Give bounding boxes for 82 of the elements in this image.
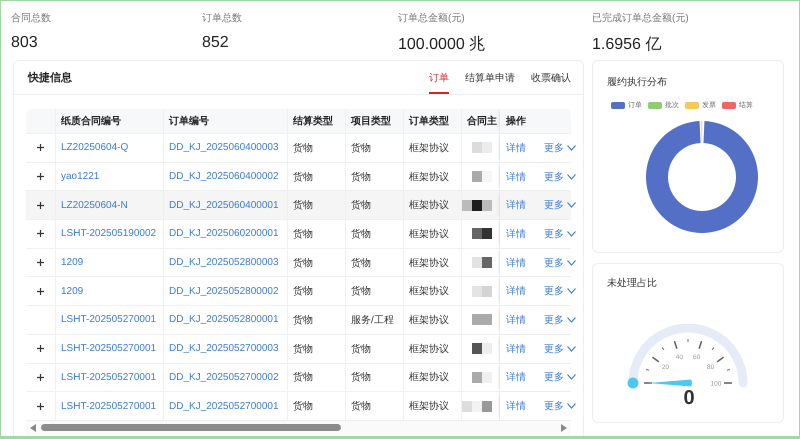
details-link[interactable]: 详情 <box>506 312 526 327</box>
contract-number-link[interactable]: LSHT-202505270001 <box>61 343 156 354</box>
column-header: 结算类型 <box>293 114 333 128</box>
stat-label: 订单总数 <box>202 12 242 25</box>
details-link[interactable]: 详情 <box>506 342 526 356</box>
table-cell-text: 框架协议 <box>409 342 449 356</box>
table-cell-text: 服务/工程 <box>351 314 394 327</box>
table-cell-text: 货物 <box>293 285 313 298</box>
order-number-link[interactable]: DD_KJ_2025060400001 <box>169 200 279 211</box>
stat-label: 合同总数 <box>11 12 51 25</box>
order-number-link[interactable]: DD_KJ_2025052700003 <box>169 343 279 354</box>
table-cell-text: 货物 <box>293 256 313 270</box>
column-header: 合同主 <box>467 114 497 128</box>
stat-value: 852 <box>202 34 229 52</box>
contract-number-link[interactable]: LZ20250604-Q <box>61 142 128 154</box>
stat-label: 订单总金额(元) <box>398 12 465 25</box>
order-number-link[interactable]: DD_KJ_2025060400002 <box>169 171 279 182</box>
details-link[interactable]: 详情 <box>506 226 526 241</box>
details-link[interactable]: 详情 <box>506 256 526 270</box>
table-cell-text: 框架协议 <box>409 400 449 414</box>
table-cell-text: 框架协议 <box>409 170 449 184</box>
column-header: 订单编号 <box>169 114 209 128</box>
table-cell-text: 货物 <box>293 371 313 384</box>
card-title: 履约执行分布 <box>607 76 667 89</box>
table-cell-text: 货物 <box>351 371 371 384</box>
order-number-link[interactable]: DD_KJ_2025052800001 <box>169 314 279 326</box>
table-cell-text: 货物 <box>293 314 313 327</box>
gauge-value: 0 <box>683 387 695 410</box>
table-cell-text: 框架协议 <box>409 256 449 270</box>
order-number-link[interactable]: DD_KJ_2025052800003 <box>169 257 279 268</box>
order-number-link[interactable]: DD_KJ_2025052800002 <box>169 286 279 297</box>
order-number-link[interactable]: DD_KJ_2025052700001 <box>169 400 279 412</box>
table-cell-text: 货物 <box>351 285 371 298</box>
column-header: 订单类型 <box>409 114 449 128</box>
details-link[interactable]: 详情 <box>506 399 526 414</box>
contract-number-link[interactable]: LSHT-202505190002 <box>61 228 156 240</box>
details-link[interactable]: 详情 <box>506 284 526 298</box>
contract-number-link[interactable]: LSHT-202505270001 <box>61 314 156 326</box>
details-link[interactable]: 详情 <box>506 170 526 184</box>
table-cell-text: 货物 <box>351 342 371 356</box>
stat-value: 1.6956 亿 <box>592 35 662 55</box>
table-cell-text: 货物 <box>351 170 371 184</box>
contract-number-link[interactable]: LSHT-202505270001 <box>61 372 156 383</box>
table-cell-text: 框架协议 <box>409 314 449 327</box>
contract-number-link[interactable]: 1209 <box>61 257 84 268</box>
table-cell-text: 货物 <box>293 170 313 184</box>
table-cell-text: 货物 <box>351 228 371 241</box>
stat-label: 已完成订单总金额(元) <box>592 12 689 25</box>
card-title: 未处理占比 <box>607 276 657 290</box>
table-cell-text: 框架协议 <box>409 370 449 384</box>
contract-number-link[interactable]: LSHT-202505270001 <box>61 400 156 412</box>
stat-value: 100.0000 兆 <box>398 34 486 55</box>
table-cell-text: 货物 <box>351 256 371 270</box>
stat-value: 803 <box>11 34 38 52</box>
table-cell-text: 货物 <box>293 400 313 414</box>
table-cell-text: 货物 <box>293 199 313 212</box>
table-cell-text: 货物 <box>293 142 313 155</box>
contract-number-link[interactable]: yao1221 <box>61 171 100 182</box>
tab[interactable]: 订单 <box>429 61 449 94</box>
table-cell-text: 货物 <box>351 400 371 414</box>
table-cell-text: 框架协议 <box>409 228 449 241</box>
details-link[interactable]: 详情 <box>506 198 526 212</box>
contract-number-link[interactable]: LZ20250604-N <box>61 200 128 211</box>
table-cell-text: 货物 <box>293 228 313 241</box>
column-header: 项目类型 <box>351 114 391 128</box>
tab[interactable]: 收票确认 <box>531 61 571 94</box>
table-cell-text: 框架协议 <box>409 142 449 155</box>
table-cell-text: 货物 <box>351 142 371 155</box>
details-link[interactable]: 详情 <box>506 140 526 155</box>
order-number-link[interactable]: DD_KJ_2025060200001 <box>169 228 279 240</box>
contract-number-link[interactable]: 1209 <box>61 286 84 297</box>
table-cell-text: 框架协议 <box>409 198 449 212</box>
order-number-link[interactable]: DD_KJ_2025052700002 <box>169 372 279 383</box>
column-header: 纸质合同编号 <box>61 114 121 128</box>
order-number-link[interactable]: DD_KJ_2025060400003 <box>169 142 279 154</box>
table-cell-text: 货物 <box>293 342 313 356</box>
card-title: 快捷信息 <box>28 70 73 85</box>
table-cell-text: 框架协议 <box>409 284 449 298</box>
tab[interactable]: 结算单申请 <box>465 61 515 94</box>
table-cell-text: 货物 <box>351 199 371 212</box>
column-header: 操作 <box>506 114 526 128</box>
details-link[interactable]: 详情 <box>506 370 526 384</box>
